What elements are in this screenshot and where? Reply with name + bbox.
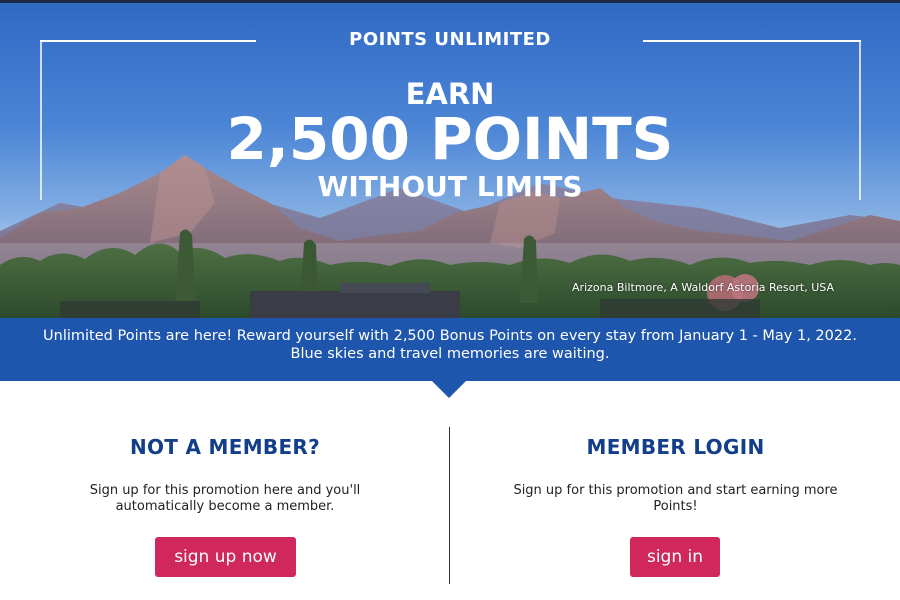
banner-text-line2: Blue skies and travel memories are waiti…	[290, 346, 610, 362]
member-login-section: MEMBER LOGIN Sign up for this promotion …	[451, 381, 900, 600]
sign-in-button[interactable]: sign in	[630, 537, 720, 577]
hero-points-heading: 2,500 POINTS	[226, 105, 674, 173]
sign-up-button[interactable]: sign up now	[155, 537, 296, 577]
hero-subheading: WITHOUT LIMITS	[317, 170, 583, 203]
column-divider	[449, 427, 450, 584]
hero-eyebrow: POINTS UNLIMITED	[349, 29, 551, 50]
promo-banner: Unlimited Points are here! Reward yourse…	[0, 318, 900, 381]
photo-caption: Arizona Biltmore, A Waldorf Astoria Reso…	[572, 281, 834, 294]
not-member-section: NOT A MEMBER? Sign up for this promotion…	[0, 381, 450, 600]
banner-text-line1: Unlimited Points are here! Reward yourse…	[43, 328, 857, 344]
not-member-text: Sign up for this promotion here and you'…	[89, 483, 361, 514]
hero-banner: POINTS UNLIMITED EARN 2,500 POINTS WITHO…	[0, 3, 900, 318]
promo-page: POINTS UNLIMITED EARN 2,500 POINTS WITHO…	[0, 0, 900, 600]
not-member-title: NOT A MEMBER?	[129, 435, 321, 459]
member-login-title: MEMBER LOGIN	[586, 435, 765, 459]
member-login-text: Sign up for this promotion and start ear…	[513, 483, 838, 514]
